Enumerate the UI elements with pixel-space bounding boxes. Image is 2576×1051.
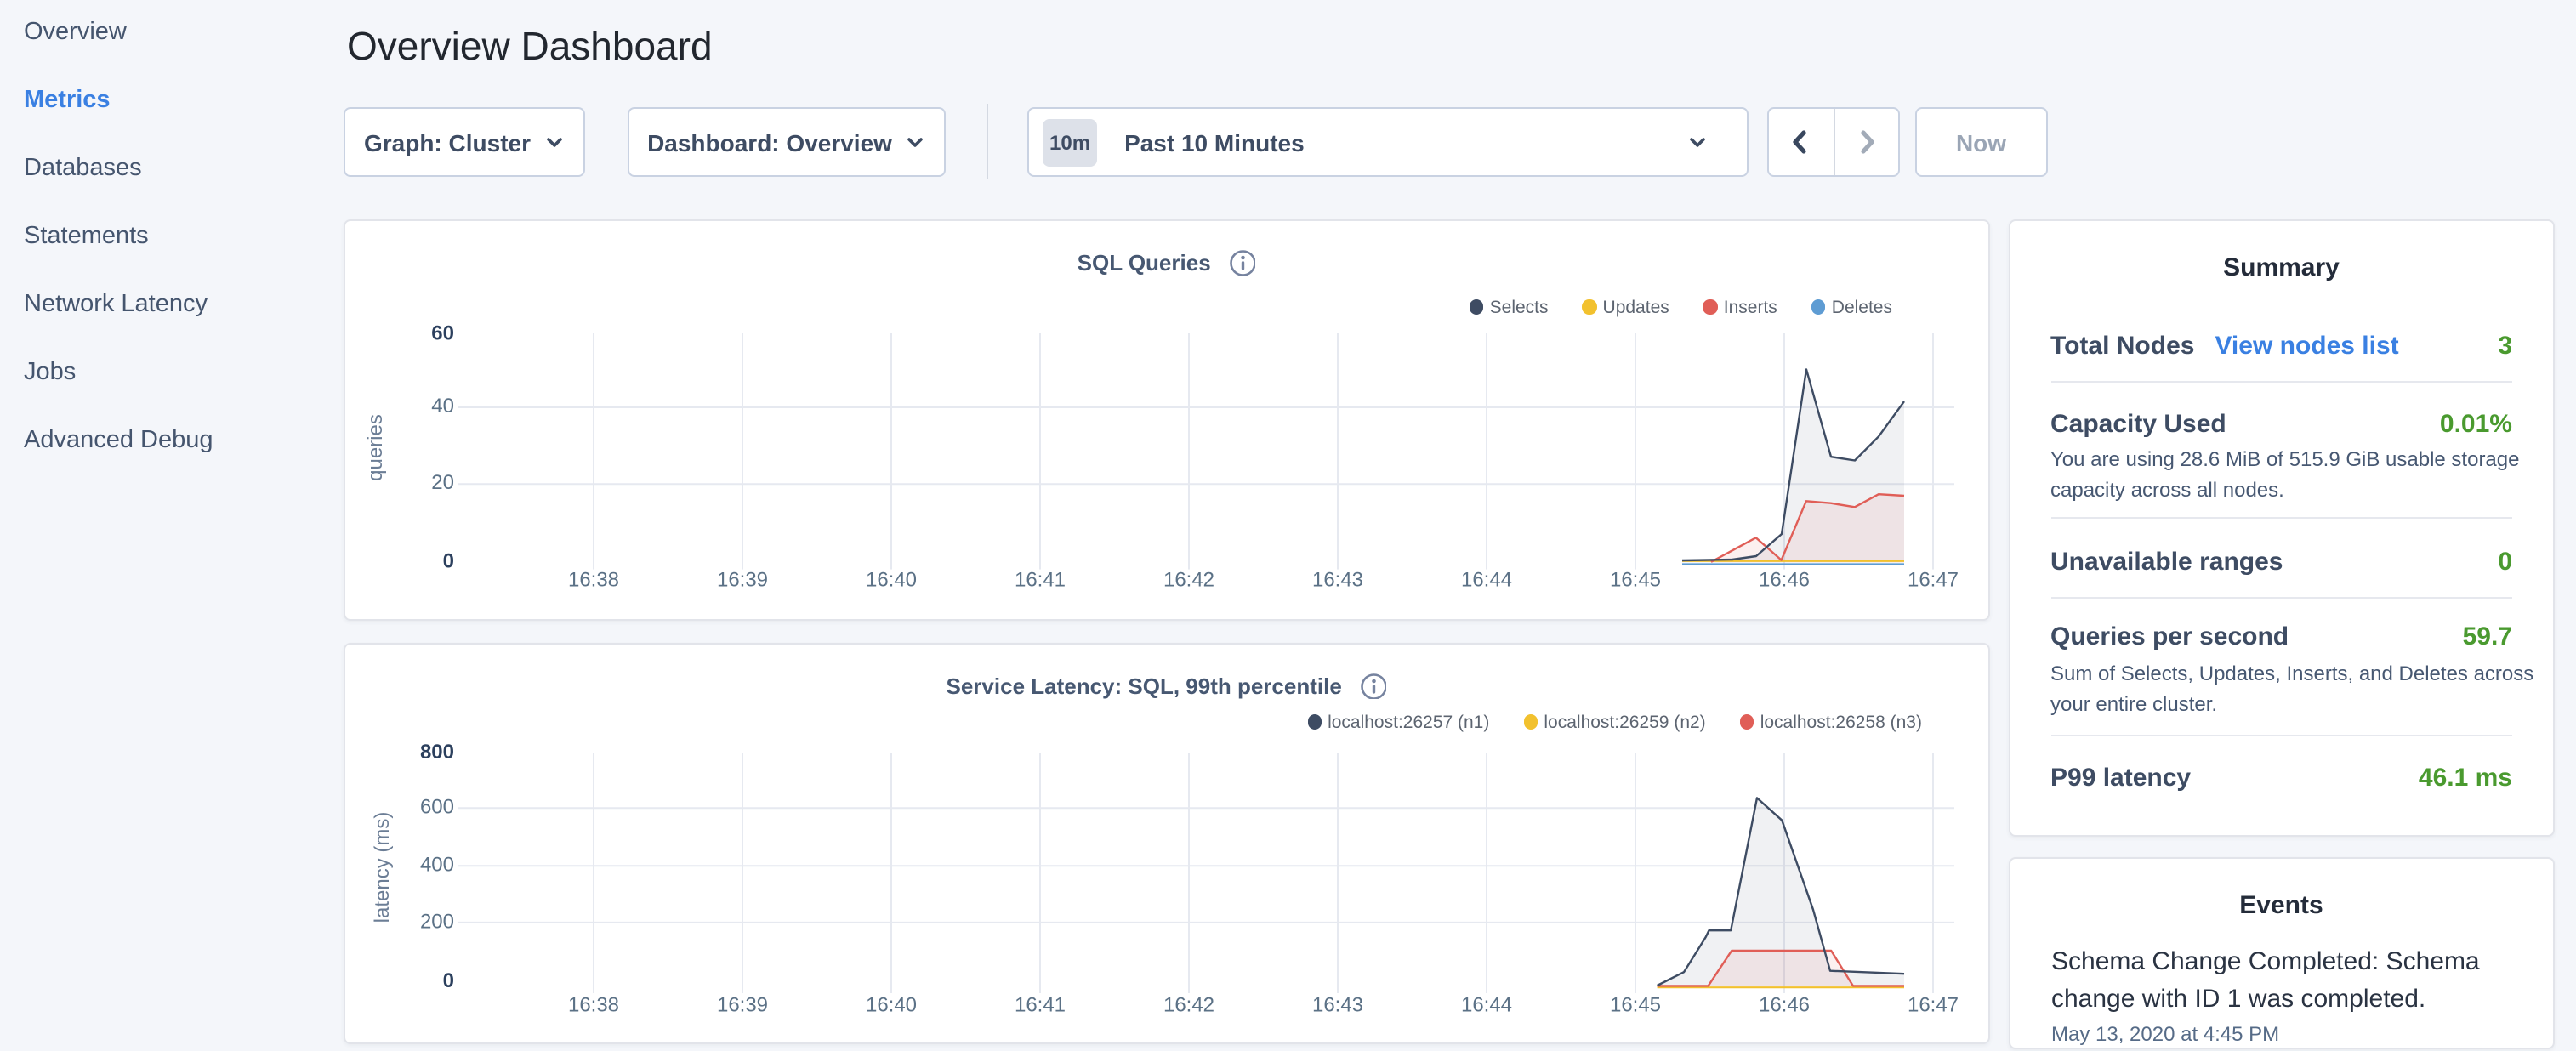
svg-text:20: 20 [431,470,454,493]
svg-text:16:46: 16:46 [1759,992,1810,1015]
svg-text:0: 0 [443,549,454,572]
svg-text:16:38: 16:38 [568,568,619,591]
svg-text:16:45: 16:45 [1610,568,1661,591]
svg-text:latency (ms): latency (ms) [371,811,394,923]
svg-text:16:43: 16:43 [1312,992,1363,1015]
svg-text:16:44: 16:44 [1461,992,1512,1015]
svg-text:16:40: 16:40 [866,992,917,1015]
svg-text:0: 0 [443,969,454,991]
svg-text:16:45: 16:45 [1610,992,1661,1015]
svg-text:16:43: 16:43 [1312,568,1363,591]
svg-text:16:46: 16:46 [1759,568,1810,591]
svg-text:800: 800 [420,740,454,763]
svg-text:200: 200 [420,909,454,932]
svg-text:16:42: 16:42 [1163,568,1214,591]
svg-text:40: 40 [431,394,454,417]
svg-text:16:40: 16:40 [866,568,917,591]
svg-text:queries: queries [364,413,387,480]
svg-text:16:39: 16:39 [717,568,768,591]
svg-text:16:41: 16:41 [1015,568,1066,591]
svg-text:16:47: 16:47 [1908,568,1959,591]
svg-text:16:47: 16:47 [1908,992,1959,1015]
svg-text:400: 400 [420,853,454,876]
svg-text:60: 60 [431,321,454,344]
svg-text:16:44: 16:44 [1461,568,1512,591]
svg-text:600: 600 [420,795,454,818]
svg-text:16:39: 16:39 [717,992,768,1015]
svg-text:16:41: 16:41 [1015,992,1066,1015]
svg-text:16:38: 16:38 [568,992,619,1015]
svg-text:16:42: 16:42 [1163,992,1214,1015]
